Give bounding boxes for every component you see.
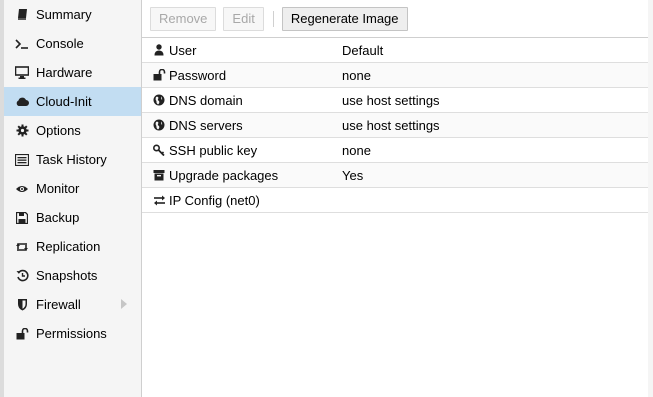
sidebar-item-label: Snapshots [36,268,98,283]
edit-button[interactable]: Edit [223,6,264,31]
cloud-init-row-ssh-key[interactable]: SSH public key none [142,138,648,163]
sidebar-item-cloud-init[interactable]: Cloud-Init [4,87,141,116]
cloud-init-row-password[interactable]: Password none [142,63,648,88]
terminal-icon [14,36,30,52]
sidebar-item-label: Task History [36,152,107,167]
sidebar-item-summary[interactable]: Summary [4,0,141,29]
book-icon [14,7,30,23]
cloud-init-row-dns-domain[interactable]: DNS domain use host settings [142,88,648,113]
gear-icon [14,123,30,139]
sidebar-item-console[interactable]: Console [4,29,141,58]
sidebar-item-label: Cloud-Init [36,94,92,109]
sidebar-item-options[interactable]: Options [4,116,141,145]
floppy-icon [14,210,30,226]
sidebar-item-hardware[interactable]: Hardware [4,58,141,87]
row-key: DNS servers [169,117,243,133]
row-value: use host settings [342,92,440,108]
list-icon [14,152,30,168]
cloud-init-row-user[interactable]: User Default [142,38,648,63]
globe-icon [152,93,166,107]
row-key: Password [169,67,227,83]
regenerate-image-button[interactable]: Regenerate Image [281,6,408,31]
row-key: IP Config (net0) [169,192,260,208]
toolbar: Remove Edit Regenerate Image [142,0,648,38]
cloud-init-row-ip-config[interactable]: IP Config (net0) [142,188,648,213]
remove-button[interactable]: Remove [150,6,217,31]
retweet-icon [14,239,30,255]
sidebar-item-label: Console [36,36,84,51]
sidebar-item-label: Permissions [36,326,107,341]
sidebar-item-label: Replication [36,239,101,254]
archive-icon [152,168,166,182]
sidebar-item-monitor[interactable]: Monitor [4,174,141,203]
sidebar: Summary Console Hardware Cloud-Init Opti… [4,0,142,397]
cloud-init-panel: Remove Edit Regenerate Image User Defaul… [142,0,649,397]
row-key: DNS domain [169,92,243,108]
sidebar-item-permissions[interactable]: Permissions [4,319,141,348]
row-value: Default [342,42,384,58]
row-key: Upgrade packages [169,167,279,183]
user-icon [152,43,166,57]
cloud-icon [14,94,30,110]
key-icon [152,143,166,157]
sidebar-item-snapshots[interactable]: Snapshots [4,261,141,290]
sidebar-item-label: Summary [36,7,92,22]
row-value: use host settings [342,117,440,133]
sidebar-item-replication[interactable]: Replication [4,232,141,261]
sidebar-item-firewall[interactable]: Firewall [4,290,141,319]
row-key: SSH public key [169,142,258,158]
sidebar-item-task-history[interactable]: Task History [4,145,141,174]
expand-arrow-icon[interactable] [121,299,127,309]
row-value: none [342,142,371,158]
sidebar-item-label: Firewall [36,297,81,312]
sidebar-item-label: Hardware [36,65,93,80]
shield-icon [14,297,30,313]
sidebar-item-backup[interactable]: Backup [4,203,141,232]
sidebar-item-label: Options [36,123,81,138]
eye-icon [14,181,30,197]
window-right-border [648,0,653,397]
row-value: Yes [342,167,364,183]
globe-icon [152,118,166,132]
history-icon [14,268,30,284]
unlock-icon [14,326,30,342]
row-key: User [169,42,197,58]
cloud-init-row-dns-servers[interactable]: DNS servers use host settings [142,113,648,138]
cloud-init-row-upgrade-packages[interactable]: Upgrade packages Yes [142,163,648,188]
monitor-icon [14,65,30,81]
sidebar-item-label: Monitor [36,181,80,196]
sidebar-item-label: Backup [36,210,80,225]
toolbar-separator [272,10,274,27]
unlock-icon [152,68,166,82]
row-value: none [342,67,371,83]
exchange-icon [152,193,166,207]
